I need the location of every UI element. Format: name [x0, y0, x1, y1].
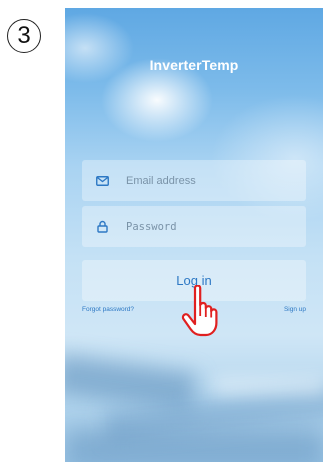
app-title: InverterTemp	[149, 57, 239, 73]
password-field[interactable]	[82, 206, 306, 247]
mail-icon	[95, 174, 109, 188]
step-number-badge: 3	[7, 19, 41, 53]
forgot-password-link[interactable]: Forgot password?	[82, 306, 134, 313]
password-input[interactable]	[126, 220, 286, 233]
email-field[interactable]	[82, 160, 306, 201]
step-number: 3	[17, 22, 31, 49]
sign-up-link[interactable]: Sign up	[284, 306, 306, 313]
phone-screen: InverterTemp Log in Forgot password? Sig…	[65, 8, 323, 462]
background-water	[65, 428, 323, 462]
pointing-hand-icon	[181, 285, 218, 337]
lock-icon	[95, 220, 109, 234]
instruction-step-figure: 3 InverterTemp Log	[0, 0, 328, 466]
email-input[interactable]	[126, 174, 286, 187]
background-water	[215, 376, 323, 396]
